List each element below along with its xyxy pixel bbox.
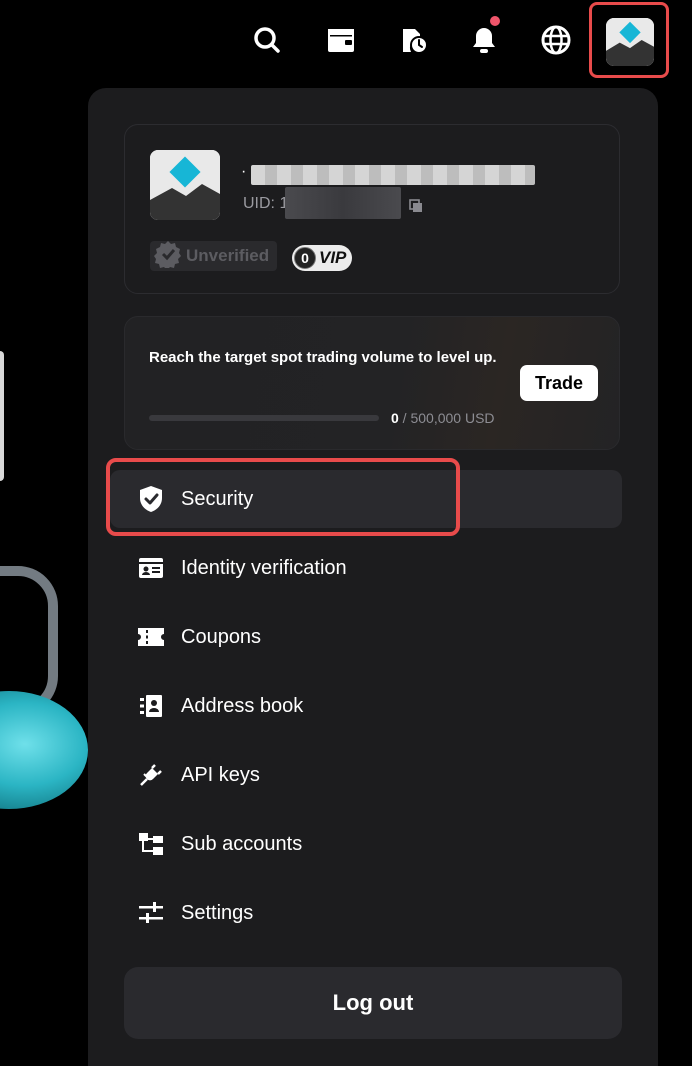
top-bar: [0, 0, 692, 84]
account-menu: Security Identity verification Coupons A…: [106, 458, 622, 953]
bell-icon[interactable]: [464, 16, 504, 60]
vip-level: 0: [294, 247, 316, 269]
avatar[interactable]: [606, 18, 654, 66]
menu-item-label: Coupons: [181, 625, 262, 648]
logout-button[interactable]: Log out: [124, 967, 622, 1039]
wallet-icon[interactable]: [321, 20, 361, 60]
menu-item-coupons[interactable]: Coupons: [110, 608, 622, 666]
profile-card: · UID: 1 Unverified 0 VIP: [124, 124, 620, 294]
username-redacted: [251, 165, 535, 185]
menu-item-label: Address book: [181, 694, 304, 717]
vip-badge[interactable]: 0 VIP: [292, 245, 353, 271]
copy-icon[interactable]: [409, 199, 423, 218]
uid-label: UID: 1: [243, 195, 289, 212]
volume-progress-text: 0 / 500,000 USD: [391, 410, 495, 426]
search-icon[interactable]: [247, 20, 287, 60]
menu-item-sub-accounts[interactable]: Sub accounts: [110, 815, 622, 873]
plug-icon: [137, 761, 165, 789]
lock-shackle: [0, 351, 4, 481]
hero-illustration: [0, 136, 88, 826]
menu-item-label: Identity verification: [181, 556, 347, 579]
menu-item-settings[interactable]: Settings: [110, 884, 622, 942]
menu-item-label: Settings: [181, 901, 254, 924]
menu-item-identity-verification[interactable]: Identity verification: [110, 539, 622, 597]
id-card-icon: [137, 554, 165, 582]
level-up-message: Reach the target spot trading volume to …: [149, 349, 497, 366]
trade-button[interactable]: Trade: [520, 365, 598, 401]
ticket-icon: [137, 623, 165, 651]
verification-status-text: Unverified: [186, 246, 270, 265]
address-book-icon: [137, 692, 165, 720]
account-dropdown-panel: · UID: 1 Unverified 0 VIP Reach the targ…: [88, 88, 658, 1066]
coin-decoration: [0, 691, 88, 809]
level-up-card: Reach the target spot trading volume to …: [124, 316, 620, 450]
shield-check-icon: [137, 485, 165, 513]
menu-item-address-book[interactable]: Address book: [110, 677, 622, 735]
vip-label: VIP: [319, 248, 347, 267]
globe-icon[interactable]: [536, 20, 576, 60]
verified-badge-icon: [154, 240, 182, 273]
verification-status-badge[interactable]: Unverified: [150, 240, 278, 273]
volume-progress-bar: [149, 415, 379, 421]
progress-current: 0: [391, 410, 399, 426]
menu-item-label: API keys: [181, 763, 260, 786]
menu-item-label: Sub accounts: [181, 832, 303, 855]
uid-redacted: [285, 187, 401, 219]
profile-avatar: [150, 150, 220, 220]
hierarchy-icon: [137, 830, 165, 858]
progress-target: / 500,000 USD: [398, 410, 495, 426]
history-icon[interactable]: [393, 20, 433, 60]
menu-item-label: Security: [181, 487, 254, 510]
avatar-button-highlight[interactable]: [589, 2, 669, 78]
notification-dot: [490, 16, 500, 26]
menu-item-security[interactable]: Security: [106, 458, 622, 536]
sliders-icon: [137, 899, 165, 927]
username-prefix: ·: [241, 163, 247, 180]
menu-item-api-keys[interactable]: API keys: [110, 746, 622, 804]
